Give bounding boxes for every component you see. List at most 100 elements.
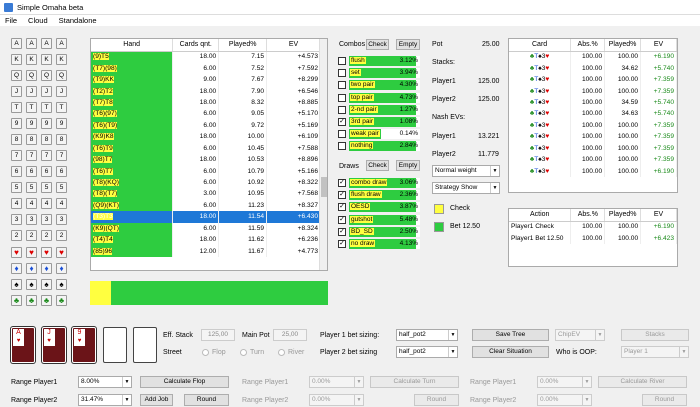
hand-cell[interactable]: (T7)T8 xyxy=(91,96,174,109)
table-row[interactable]: (T3)T3 18.00 11.54 +6.430 xyxy=(91,211,321,223)
table-row[interactable]: (T6)(97) 6.00 9.05 +5.170 xyxy=(91,108,321,120)
table-row[interactable]: (98)T7 18.00 10.53 +8.896 xyxy=(91,153,321,166)
rank-button-q[interactable]: Q xyxy=(11,70,22,81)
rank-button-3[interactable]: 3 xyxy=(26,214,37,225)
table-row[interactable]: ♣T♠3♥ 100.00 100.00 +7.359 xyxy=(509,142,677,154)
table-row[interactable]: (T2)T2 18.00 7.90 +6.546 xyxy=(91,85,321,97)
rank-button-a[interactable]: A xyxy=(56,38,67,49)
diamond-icon[interactable]: ♦ xyxy=(56,263,67,274)
rank-button-2[interactable]: 2 xyxy=(26,230,37,241)
weight-dropdown[interactable]: Normal weight ▼ xyxy=(432,165,500,177)
table-row[interactable]: ♣T♠3♥ 100.00 100.00 +6.190 xyxy=(509,165,677,177)
checkbox[interactable]: ✓ xyxy=(338,203,346,212)
col-abs[interactable]: Abs.% xyxy=(570,39,606,52)
rank-button-3[interactable]: 3 xyxy=(56,214,67,225)
rank-button-t[interactable]: T xyxy=(56,102,67,113)
river-range-p1-spin[interactable]: 0.00% ▼ xyxy=(537,376,592,388)
col-played[interactable]: Played% xyxy=(218,39,268,52)
range-p1-spin[interactable]: 8.00% ▼ xyxy=(78,376,132,388)
hand-cell[interactable]: (T9)KK xyxy=(91,73,174,86)
rank-button-9[interactable]: 9 xyxy=(26,118,37,129)
club-icon[interactable]: ♣ xyxy=(26,295,37,306)
table-row[interactable]: (85)96 12.00 11.67 +4.773 xyxy=(91,245,321,257)
rank-button-7[interactable]: 7 xyxy=(56,150,67,161)
board-card-3[interactable]: 9 ♥ xyxy=(72,327,96,363)
diamond-icon[interactable]: ♦ xyxy=(41,263,52,274)
table-row[interactable]: (K9)(QT) 6.00 11.59 +8.324 xyxy=(91,222,321,234)
checkbox[interactable] xyxy=(338,105,346,114)
turn-round-button[interactable]: Round xyxy=(414,394,459,406)
table-row[interactable]: ♣T♠3♥ 100.00 34.59 +5.740 xyxy=(509,96,677,109)
rank-button-5[interactable]: 5 xyxy=(11,182,22,193)
rank-button-8[interactable]: 8 xyxy=(41,134,52,145)
rank-button-9[interactable]: 9 xyxy=(41,118,52,129)
spade-icon[interactable]: ♠ xyxy=(41,279,52,290)
rank-button-q[interactable]: Q xyxy=(41,70,52,81)
river-range-p2-spin[interactable]: 0.00% ▼ xyxy=(537,394,592,406)
rank-button-6[interactable]: 6 xyxy=(26,166,37,177)
eff-stack-input[interactable]: 125,00 xyxy=(201,329,235,341)
rank-button-q[interactable]: Q xyxy=(56,70,67,81)
heart-icon[interactable]: ♥ xyxy=(26,247,37,258)
col-hand[interactable]: Hand xyxy=(91,39,174,52)
combos-empty-button[interactable]: Empty xyxy=(396,39,420,50)
draws-row[interactable]: ✓ OESD 3.87% xyxy=(338,202,420,213)
combos-row[interactable]: top pair 4.73% xyxy=(338,92,420,104)
rank-button-8[interactable]: 8 xyxy=(56,134,67,145)
rank-button-t[interactable]: T xyxy=(41,102,52,113)
combos-row[interactable]: weak pair 0.14% xyxy=(338,129,420,140)
col-cards-qnt[interactable]: Cards qnt. xyxy=(172,39,220,52)
hand-cell[interactable]: (Q9)(KT) xyxy=(91,199,174,212)
table-row[interactable]: (T7)(98) 6.00 7.52 +7.592 xyxy=(91,62,321,74)
combos-row[interactable]: set 3.94% xyxy=(338,68,420,79)
board-card-2[interactable]: J ♥ xyxy=(41,327,66,363)
club-icon[interactable]: ♣ xyxy=(11,295,22,306)
rank-button-k[interactable]: K xyxy=(26,54,37,65)
hand-cell[interactable]: (K9)K8 xyxy=(91,131,174,143)
hand-cell[interactable]: (98)T7 xyxy=(91,153,174,166)
draws-row[interactable]: ✓ gutshot 5.48% xyxy=(338,214,420,226)
rank-button-2[interactable]: 2 xyxy=(41,230,52,241)
rank-button-5[interactable]: 5 xyxy=(56,182,67,193)
rank-button-q[interactable]: Q xyxy=(26,70,37,81)
rank-button-a[interactable]: A xyxy=(41,38,52,49)
hand-cell[interactable]: (T8)(KQ) xyxy=(91,176,174,189)
rank-button-j[interactable]: J xyxy=(26,86,37,97)
rank-button-2[interactable]: 2 xyxy=(56,230,67,241)
rank-button-k[interactable]: K xyxy=(11,54,22,65)
checkbox[interactable] xyxy=(338,142,346,151)
checkbox[interactable] xyxy=(338,57,346,65)
combos-row[interactable]: two pair 4.30% xyxy=(338,80,420,91)
draws-row[interactable]: ✓ combo draw 3.06% xyxy=(338,178,420,189)
street-flop-radio[interactable] xyxy=(202,349,209,356)
calculate-flop-button[interactable]: Calculate Flop xyxy=(140,376,229,388)
hand-cell[interactable]: (T4)T4 xyxy=(91,234,174,246)
combos-check-button[interactable]: Check xyxy=(366,39,389,50)
rank-button-4[interactable]: 4 xyxy=(41,198,52,209)
diamond-icon[interactable]: ♦ xyxy=(11,263,22,274)
turn-range-p1-spin[interactable]: 0.00% ▼ xyxy=(309,376,364,388)
menu-cloud[interactable]: Cloud xyxy=(28,15,48,26)
p1-sizing-dropdown[interactable]: half_pot2 ▼ xyxy=(396,329,458,341)
checkbox[interactable] xyxy=(338,130,346,139)
table-row[interactable]: ♣T♠3♥ 100.00 100.00 +7.359 xyxy=(509,85,677,97)
calculate-turn-button[interactable]: Calculate Turn xyxy=(370,376,459,388)
table-row[interactable]: Player1 Check 100.00 100.00 +6.190 xyxy=(509,221,677,233)
checkbox[interactable] xyxy=(338,93,346,102)
club-icon[interactable]: ♣ xyxy=(56,295,67,306)
heart-icon[interactable]: ♥ xyxy=(41,247,52,258)
table-row[interactable]: (T6)T9 6.00 10.45 +7.588 xyxy=(91,142,321,154)
round-button[interactable]: Round xyxy=(184,394,229,406)
table-row[interactable]: (9)T5 18.00 7.15 +4.573 xyxy=(91,51,321,63)
board-card-slot-4[interactable] xyxy=(102,327,127,363)
col-action[interactable]: Action xyxy=(509,209,572,222)
table-row[interactable]: (T9)KK 9.00 7.67 +8.299 xyxy=(91,73,321,86)
draws-row[interactable]: ✓ no draw 4.13% xyxy=(338,239,420,250)
table-row[interactable]: ♣T♠3♥ 100.00 100.00 +7.359 xyxy=(509,119,677,132)
checkbox[interactable] xyxy=(338,69,346,78)
rank-button-t[interactable]: T xyxy=(11,102,22,113)
rank-button-6[interactable]: 6 xyxy=(56,166,67,177)
checkbox[interactable] xyxy=(338,81,346,90)
checkbox[interactable]: ✓ xyxy=(338,191,346,200)
club-icon[interactable]: ♣ xyxy=(41,295,52,306)
